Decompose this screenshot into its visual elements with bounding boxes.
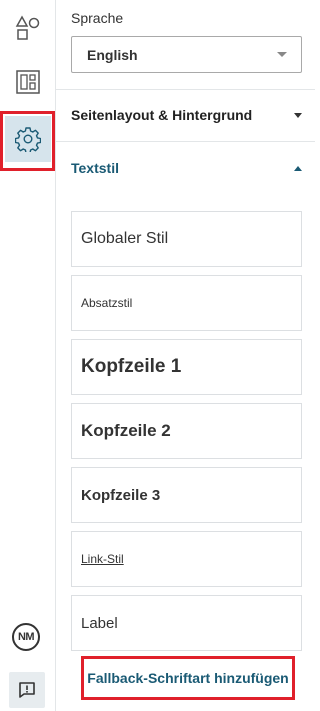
text-style-link[interactable]: Link-Stil [71, 531, 302, 587]
shapes-icon [15, 15, 40, 40]
section-page-layout-label: Seitenlayout & Hintergrund [71, 107, 253, 123]
add-fallback-font-button[interactable]: Fallback-Schriftart hinzufügen [81, 656, 295, 700]
divider [56, 89, 315, 90]
feedback-button[interactable] [9, 672, 45, 708]
text-style-label: Link-Stil [81, 552, 124, 566]
layout-icon [16, 70, 40, 94]
text-style-label: Globaler Stil [81, 230, 169, 247]
text-style-global[interactable]: Globaler Stil [71, 211, 302, 267]
divider [56, 141, 315, 142]
language-select[interactable]: English [71, 36, 302, 73]
settings-highlight-box [0, 111, 55, 171]
text-style-label: Label [81, 614, 118, 632]
language-selected-value: English [87, 46, 138, 63]
section-text-style-label: Textstil [71, 160, 119, 176]
text-style-label: Absatzstil [81, 296, 133, 310]
chevron-up-icon [294, 165, 302, 171]
text-style-label: Kopfzeile 1 [81, 356, 182, 377]
feedback-icon [19, 682, 35, 698]
elements-button[interactable] [5, 5, 51, 51]
chevron-down-icon [277, 52, 287, 57]
text-style-heading-1[interactable]: Kopfzeile 1 [71, 339, 302, 395]
chevron-down-icon [294, 112, 302, 118]
text-style-paragraph[interactable]: Absatzstil [71, 275, 302, 331]
settings-panel: Sprache English Seitenlayout & Hintergru… [56, 0, 315, 711]
icon-rail: NM [0, 0, 56, 711]
text-style-heading-2[interactable]: Kopfzeile 2 [71, 403, 302, 459]
text-style-label: Kopfzeile 3 [81, 486, 161, 504]
text-style-heading-3[interactable]: Kopfzeile 3 [71, 467, 302, 523]
layout-button[interactable] [5, 59, 51, 105]
section-text-style[interactable]: Textstil [71, 158, 302, 178]
text-style-label: Kopfzeile 2 [81, 421, 171, 440]
section-page-layout[interactable]: Seitenlayout & Hintergrund [71, 105, 302, 125]
language-label: Sprache [71, 10, 124, 26]
text-style-label-item[interactable]: Label [71, 595, 302, 651]
avatar[interactable]: NM [12, 623, 40, 651]
